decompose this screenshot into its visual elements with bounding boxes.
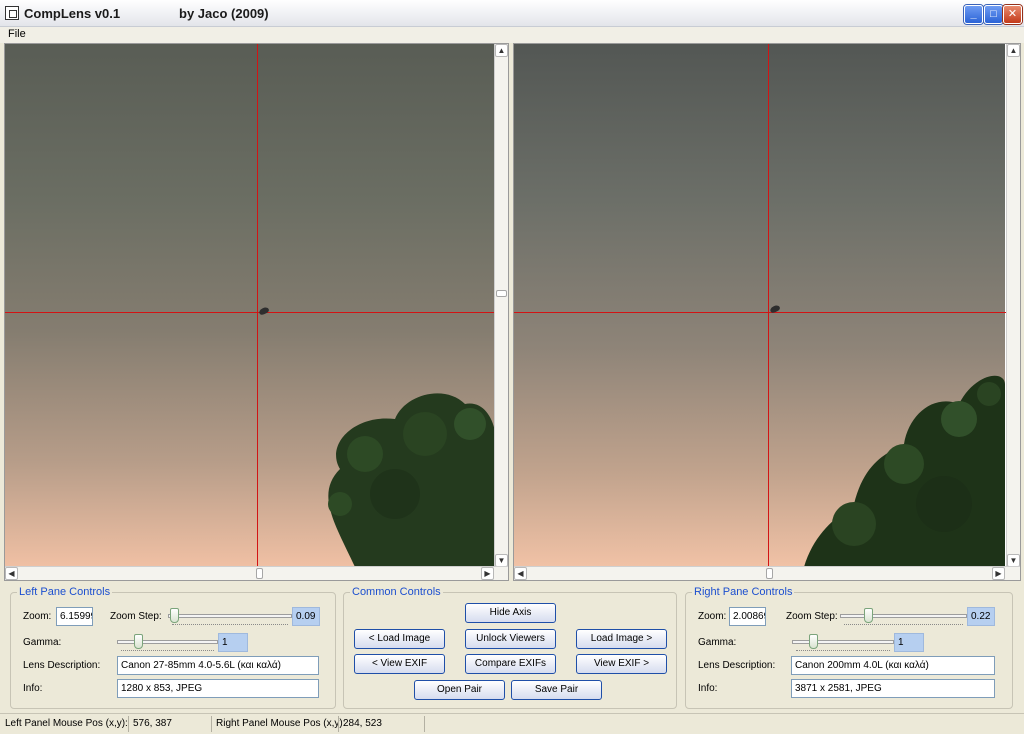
menu-file[interactable]: File [8, 28, 26, 40]
left-gamma-thumb[interactable] [134, 634, 143, 649]
left-image-viewer[interactable]: ▲ ▼ ◀ ▶ [4, 43, 509, 581]
left-vertical-scrollbar[interactable]: ▲ ▼ [494, 44, 508, 567]
scroll-left-icon[interactable]: ◀ [514, 567, 527, 580]
unlock-viewers-button[interactable]: Unlock Viewers [465, 629, 556, 649]
right-gamma-label: Gamma: [698, 637, 737, 648]
status-separator [211, 716, 212, 732]
left-vertical-scroll-thumb[interactable] [496, 290, 507, 297]
window-title: CompLens v0.1 [24, 6, 121, 21]
right-zoom-step-value: 0.22 [967, 607, 995, 626]
left-horizontal-scroll-thumb[interactable] [256, 568, 263, 579]
hide-axis-button[interactable]: Hide Axis [465, 603, 556, 623]
status-left-value: 576, 387 [133, 718, 172, 729]
left-bird [258, 306, 270, 316]
save-pair-button[interactable]: Save Pair [511, 680, 602, 700]
right-zoom-step-label: Zoom Step: [786, 611, 838, 622]
scroll-up-icon[interactable]: ▲ [1007, 44, 1020, 57]
right-info-field[interactable]: 3871 x 2581, JPEG [791, 679, 995, 698]
left-zoom-step-label: Zoom Step: [110, 611, 162, 622]
load-left-image-button[interactable]: < Load Image [354, 629, 445, 649]
right-image[interactable] [514, 44, 1020, 567]
left-gamma-slider[interactable] [117, 633, 218, 651]
right-gamma-thumb[interactable] [809, 634, 818, 649]
left-tree-foliage [295, 374, 495, 567]
right-pane-controls-title: Right Pane Controls [692, 586, 795, 598]
right-horizontal-scroll-thumb[interactable] [766, 568, 773, 579]
scroll-left-icon[interactable]: ◀ [5, 567, 18, 580]
compare-exifs-button[interactable]: Compare EXIFs [465, 654, 556, 674]
left-vertical-axis [257, 44, 258, 567]
left-lens-label: Lens Description: [23, 660, 101, 671]
status-separator [424, 716, 425, 732]
status-left-label: Left Panel Mouse Pos (x,y): [5, 718, 128, 729]
status-separator [128, 716, 129, 732]
maximize-button[interactable]: □ [984, 5, 1003, 24]
right-tree-foliage [794, 354, 1005, 567]
right-zoom-step-thumb[interactable] [864, 608, 873, 623]
status-separator [338, 716, 339, 732]
scroll-right-icon[interactable]: ▶ [992, 567, 1005, 580]
right-zoom-field[interactable]: 2.00869 [729, 607, 766, 626]
right-vertical-scrollbar[interactable]: ▲ ▼ [1006, 44, 1020, 567]
status-right-value: 284, 523 [343, 718, 382, 729]
load-right-image-button[interactable]: Load Image > [576, 629, 667, 649]
left-lens-field[interactable]: Canon 27-85mm 4.0-5.6L (και καλά) [117, 656, 319, 675]
left-info-field[interactable]: 1280 x 853, JPEG [117, 679, 319, 698]
left-zoom-step-thumb[interactable] [170, 608, 179, 623]
common-controls-title: Common Controls [350, 586, 443, 598]
right-info-label: Info: [698, 683, 718, 694]
common-controls: Common Controls Hide Axis < Load Image U… [343, 586, 677, 709]
right-zoom-step-slider[interactable] [840, 607, 967, 625]
left-pane-controls-title: Left Pane Controls [17, 586, 113, 598]
left-pane-controls: Left Pane Controls Zoom: 6.15999 Zoom St… [10, 586, 336, 709]
left-zoom-step-slider[interactable] [168, 607, 292, 625]
menu-bar: File [0, 27, 1024, 43]
window-byline: by Jaco (2009) [179, 6, 269, 21]
left-zoom-step-value: 0.09 [292, 607, 320, 626]
left-gamma-label: Gamma: [23, 637, 62, 648]
right-gamma-slider[interactable] [792, 633, 894, 651]
title-bar: CompLens v0.1 by Jaco (2009) _ □ ✕ [0, 0, 1024, 27]
right-horizontal-scrollbar[interactable]: ◀ ▶ [514, 566, 1020, 580]
right-vertical-axis [768, 44, 769, 567]
left-gamma-value: 1 [218, 633, 248, 652]
status-right-label: Right Panel Mouse Pos (x,y): [216, 718, 346, 729]
right-zoom-label: Zoom: [698, 611, 727, 622]
right-pane-controls: Right Pane Controls Zoom: 2.00869 Zoom S… [685, 586, 1013, 709]
left-zoom-field[interactable]: 6.15999 [56, 607, 93, 626]
status-bar: Left Panel Mouse Pos (x,y): 576, 387 Rig… [0, 713, 1024, 734]
scroll-up-icon[interactable]: ▲ [495, 44, 508, 57]
view-left-exif-button[interactable]: < View EXIF [354, 654, 445, 674]
left-zoom-label: Zoom: [23, 611, 52, 622]
left-image[interactable] [5, 44, 495, 567]
right-image-viewer[interactable]: ▲ ▼ ◀ ▶ [513, 43, 1021, 581]
minimize-button[interactable]: _ [964, 5, 983, 24]
app-icon [5, 6, 19, 20]
close-button[interactable]: ✕ [1003, 5, 1022, 24]
view-right-exif-button[interactable]: View EXIF > [576, 654, 667, 674]
right-lens-field[interactable]: Canon 200mm 4.0L (και καλά) [791, 656, 995, 675]
right-gamma-value: 1 [894, 633, 924, 652]
left-horizontal-axis [5, 312, 495, 313]
open-pair-button[interactable]: Open Pair [414, 680, 505, 700]
left-info-label: Info: [23, 683, 43, 694]
right-lens-label: Lens Description: [698, 660, 776, 671]
left-horizontal-scrollbar[interactable]: ◀ ▶ [5, 566, 508, 580]
scroll-right-icon[interactable]: ▶ [481, 567, 494, 580]
